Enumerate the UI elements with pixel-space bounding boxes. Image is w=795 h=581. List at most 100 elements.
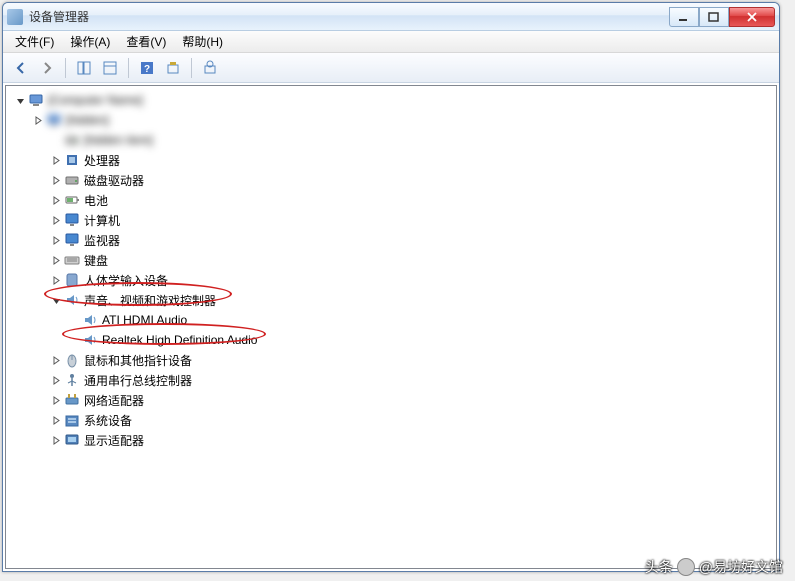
show-hide-tree-button[interactable] <box>72 56 96 80</box>
node-label: 电池 <box>84 192 108 209</box>
sys-icon <box>64 412 80 428</box>
node-label: 系统设备 <box>84 412 132 429</box>
expander-icon[interactable] <box>50 294 62 306</box>
expander-icon[interactable] <box>50 414 62 426</box>
help-button[interactable]: ? <box>135 56 159 80</box>
tree-node-cat-cpu[interactable]: 处理器 <box>10 150 772 170</box>
expander-icon[interactable] <box>50 174 62 186</box>
expander-icon[interactable] <box>14 94 26 106</box>
expander-icon[interactable] <box>50 234 62 246</box>
node-label: 人体学输入设备 <box>84 272 168 289</box>
expander-icon[interactable] <box>50 354 62 366</box>
drive-icon <box>64 172 80 188</box>
computer-icon <box>28 92 44 108</box>
node-label: 监视器 <box>84 232 120 249</box>
node-label: 网络适配器 <box>84 392 144 409</box>
tree-node-cat-monitor[interactable]: 监视器 <box>10 230 772 250</box>
sound-icon <box>64 292 80 308</box>
forward-button[interactable] <box>35 56 59 80</box>
root-label: [Computer Name] <box>48 93 143 107</box>
toolbar-separator <box>128 58 129 78</box>
back-button[interactable] <box>9 56 33 80</box>
toolbar-separator <box>65 58 66 78</box>
device-tree: [Computer Name] [hidden] [hidden item] 处理器磁… <box>6 86 776 454</box>
tree-node-cat-mouse[interactable]: 鼠标和其他指针设备 <box>10 350 772 370</box>
menubar: 文件(F) 操作(A) 查看(V) 帮助(H) <box>3 31 779 53</box>
tree-content[interactable]: [Computer Name] [hidden] [hidden item] 处理器磁… <box>5 85 777 569</box>
properties-button[interactable] <box>98 56 122 80</box>
window-controls <box>669 7 775 27</box>
device-manager-window: 设备管理器 文件(F) 操作(A) 查看(V) 帮助(H) ? <box>2 2 780 572</box>
toolbar: ? <box>3 53 779 83</box>
expander-icon[interactable] <box>50 394 62 406</box>
tree-node-cat-sys[interactable]: 系统设备 <box>10 410 772 430</box>
uninstall-button[interactable] <box>198 56 222 80</box>
node-label: ATI HDMI Audio <box>102 313 187 327</box>
menu-help[interactable]: 帮助(H) <box>174 31 231 52</box>
node-label: 键盘 <box>84 252 108 269</box>
expander-icon[interactable] <box>50 374 62 386</box>
tree-node-cat-blur2[interactable]: [hidden item] <box>10 130 772 150</box>
app-icon <box>7 9 23 25</box>
node-label: [hidden] <box>66 113 109 127</box>
watermark-text: @易坊好文馆 <box>699 557 783 577</box>
hid-icon <box>64 272 80 288</box>
minimize-button[interactable] <box>669 7 699 27</box>
watermark-prefix: 头条 <box>645 557 673 577</box>
sound-icon <box>82 312 98 328</box>
disp-icon <box>64 432 80 448</box>
tree-node-cat-battery[interactable]: 电池 <box>10 190 772 210</box>
tree-node-cat-computer[interactable]: 计算机 <box>10 210 772 230</box>
node-label: 声音、视频和游戏控制器 <box>84 292 216 309</box>
expander-icon[interactable] <box>50 154 62 166</box>
window-title: 设备管理器 <box>29 8 669 25</box>
menu-action[interactable]: 操作(A) <box>62 31 118 52</box>
drive-icon <box>64 132 80 148</box>
menu-file[interactable]: 文件(F) <box>7 31 62 52</box>
menu-view[interactable]: 查看(V) <box>118 31 174 52</box>
monitor-icon <box>64 212 80 228</box>
close-button[interactable] <box>729 7 775 27</box>
net-icon <box>64 392 80 408</box>
node-label: 计算机 <box>84 212 120 229</box>
expander-icon[interactable] <box>50 434 62 446</box>
tree-node-dev-ati[interactable]: ATI HDMI Audio <box>10 310 772 330</box>
tree-node-cat-hid[interactable]: 人体学输入设备 <box>10 270 772 290</box>
battery-icon <box>64 192 80 208</box>
tree-node-cat-sound[interactable]: 声音、视频和游戏控制器 <box>10 290 772 310</box>
computer-icon <box>46 112 62 128</box>
node-label: [hidden item] <box>84 133 153 147</box>
tree-node-cat-blur1[interactable]: [hidden] <box>10 110 772 130</box>
monitor-icon <box>64 232 80 248</box>
watermark: 头条 @易坊好文馆 <box>645 557 783 577</box>
watermark-avatar-icon <box>677 558 695 576</box>
expander-icon[interactable] <box>50 274 62 286</box>
node-label: 鼠标和其他指针设备 <box>84 352 192 369</box>
expander-icon[interactable] <box>50 194 62 206</box>
tree-node-cat-disk[interactable]: 磁盘驱动器 <box>10 170 772 190</box>
tree-node-dev-realtek[interactable]: Realtek High Definition Audio <box>10 330 772 350</box>
expander-icon[interactable] <box>50 214 62 226</box>
expander-icon[interactable] <box>32 114 44 126</box>
chip-icon <box>64 152 80 168</box>
sound-icon <box>82 332 98 348</box>
kb-icon <box>64 252 80 268</box>
scan-hardware-button[interactable] <box>161 56 185 80</box>
node-label: Realtek High Definition Audio <box>102 333 257 347</box>
toolbar-separator <box>191 58 192 78</box>
tree-root-node[interactable]: [Computer Name] <box>10 90 772 110</box>
node-label: 显示适配器 <box>84 432 144 449</box>
node-label: 磁盘驱动器 <box>84 172 144 189</box>
node-label: 处理器 <box>84 152 120 169</box>
expander-icon[interactable] <box>50 254 62 266</box>
tree-node-cat-net[interactable]: 网络适配器 <box>10 390 772 410</box>
titlebar[interactable]: 设备管理器 <box>3 3 779 31</box>
usb-icon <box>64 372 80 388</box>
maximize-button[interactable] <box>699 7 729 27</box>
tree-node-cat-usb[interactable]: 通用串行总线控制器 <box>10 370 772 390</box>
tree-node-cat-disp[interactable]: 显示适配器 <box>10 430 772 450</box>
svg-text:?: ? <box>144 64 150 75</box>
tree-node-cat-keyboard[interactable]: 键盘 <box>10 250 772 270</box>
mouse-icon <box>64 352 80 368</box>
node-label: 通用串行总线控制器 <box>84 372 192 389</box>
